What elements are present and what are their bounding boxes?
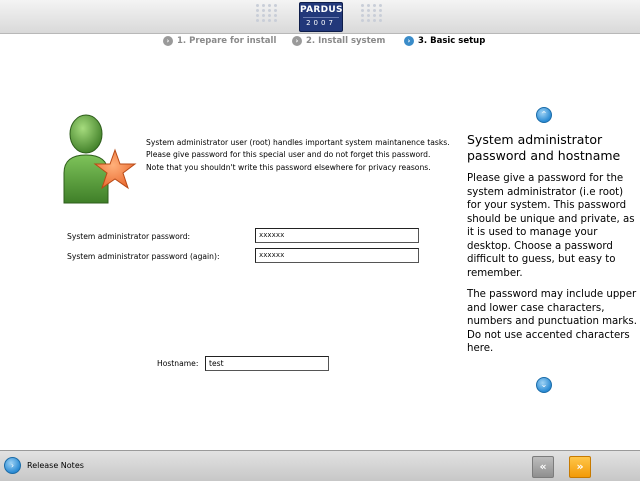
release-notes-label: Release Notes [27, 461, 84, 470]
help-paragraph: Please give a password for the system ad… [467, 173, 635, 279]
back-button[interactable]: « [532, 456, 554, 478]
header-bar: PARDUS 2007 [0, 0, 640, 34]
step-bullet-icon: › [404, 36, 414, 46]
install-steps: › 1. Prepare for install › 2. Install sy… [0, 35, 640, 49]
footer-bar: › Release Notes « » [0, 450, 640, 481]
logo-name: PARDUS [300, 5, 343, 15]
help-title: System administrator password and hostna… [467, 132, 621, 163]
decorative-dots-right [361, 4, 383, 22]
step-basic-setup: › 3. Basic setup [404, 36, 485, 46]
step-label: 3. Basic setup [418, 36, 486, 46]
hostname-label: Hostname: [157, 359, 199, 368]
step-label: 1. Prepare for install [177, 36, 277, 46]
arrow-right-icon: › [4, 457, 21, 474]
admin-user-icon [63, 114, 137, 204]
step-prepare: › 1. Prepare for install [163, 36, 276, 46]
help-paragraph: The password may include upper and lower… [467, 289, 637, 354]
help-scroll-down-icon[interactable]: ⌄ [536, 377, 552, 393]
step-bullet-icon: › [163, 36, 173, 46]
decorative-dots-left [256, 4, 278, 22]
step-install: › 2. Install system [292, 36, 385, 46]
next-button[interactable]: » [569, 456, 591, 478]
step-label: 2. Install system [306, 36, 386, 46]
intro-text: System administrator user (root) handles… [146, 138, 450, 172]
help-text: Please give a password for the system ad… [467, 172, 637, 364]
password-again-label: System administrator password (again): [67, 252, 220, 261]
password-again-field[interactable]: xxxxxx [255, 248, 419, 263]
release-notes-button[interactable]: › Release Notes [4, 457, 84, 474]
password-label: System administrator password: [67, 232, 191, 241]
step-bullet-icon: › [292, 36, 302, 46]
hostname-field[interactable]: test [205, 356, 329, 371]
password-field[interactable]: xxxxxx [255, 228, 419, 243]
logo-year: 2007 [303, 17, 339, 28]
help-scroll-up-icon[interactable]: ⌃ [536, 107, 552, 123]
pardus-logo: PARDUS 2007 [299, 2, 343, 32]
